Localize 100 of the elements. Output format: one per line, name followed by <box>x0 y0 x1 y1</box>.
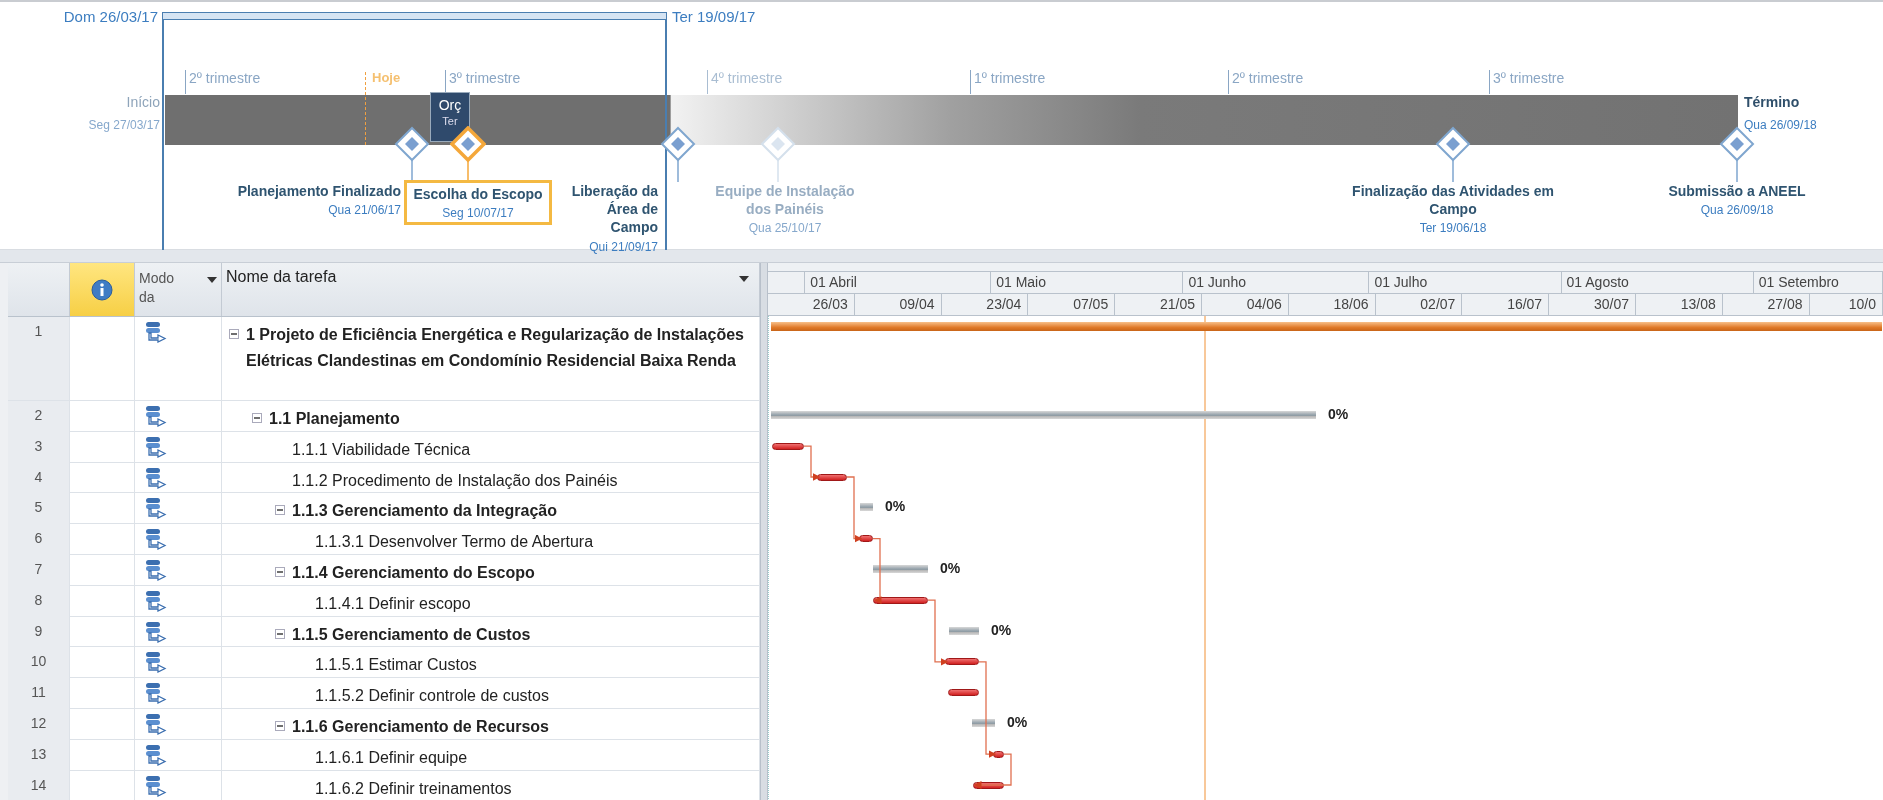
task-bar[interactable] <box>973 781 1004 789</box>
collapse-toggle[interactable] <box>252 413 262 423</box>
percent-label: 0% <box>991 621 1012 638</box>
row-number[interactable]: 2 <box>8 401 70 433</box>
milestone-date: Qui 21/09/17 <box>589 239 658 254</box>
task-name[interactable]: 1.1.5.2 Definir controle de custos <box>315 683 549 710</box>
collapse-toggle[interactable] <box>275 505 285 516</box>
milestone-date: Ter 19/06/18 <box>1419 221 1487 236</box>
task-mode-icon <box>145 405 169 427</box>
task-mode-icon <box>145 682 169 705</box>
caret-icon[interactable] <box>207 277 217 283</box>
column-header: Nome da tarefa <box>226 268 337 286</box>
quarter-label: 1º trimestre <box>970 70 1046 94</box>
percent-label: 0% <box>885 498 906 515</box>
row-number[interactable]: 8 <box>8 585 70 618</box>
column-header: Modo da <box>139 269 176 307</box>
dependency-arrow <box>803 445 821 481</box>
task-name[interactable]: 1.1.4 Gerenciamento do Escopo <box>292 560 535 587</box>
month-header: 01 Abril <box>805 271 992 293</box>
row-number[interactable]: 11 <box>8 678 70 710</box>
week-header: 04/06 <box>1202 293 1289 315</box>
milestone-name: Escolha do Escopo <box>413 185 543 204</box>
task-bar[interactable] <box>948 689 979 697</box>
task-mode-icon <box>145 620 169 643</box>
info-icon[interactable] <box>91 278 113 301</box>
task-bar[interactable] <box>945 658 979 666</box>
task-name[interactable]: 1.1.5.1 Estimar Custos <box>315 652 477 679</box>
month-header: 01 Junho <box>1183 271 1370 293</box>
quarter-label: 3º trimestre <box>1489 70 1565 94</box>
row-number[interactable]: 13 <box>8 739 70 772</box>
milestone-name: Liberação da Área de Campo <box>570 182 658 237</box>
row-number[interactable]: 1 <box>8 317 70 400</box>
task-bar[interactable] <box>817 473 847 481</box>
collapse-toggle[interactable] <box>275 567 285 577</box>
collapse-toggle[interactable] <box>275 720 285 731</box>
task-name[interactable]: 1.1.3 Gerenciamento da Integração <box>292 498 557 525</box>
task-mode-icon <box>145 321 169 343</box>
summary-bar[interactable] <box>860 503 873 512</box>
row-number[interactable]: 5 <box>8 493 70 525</box>
task-name[interactable]: 1.1.1 Viabilidade Técnica <box>292 436 471 464</box>
collapse-toggle[interactable] <box>275 628 285 639</box>
task-name[interactable]: 1.1.4.1 Definir escopo <box>315 590 471 618</box>
milestone-diamond[interactable] <box>394 126 430 182</box>
task-mode-icon <box>145 743 169 766</box>
finish-date: Qua 26/09/18 <box>1744 118 1817 132</box>
quarter-label: 4º trimestre <box>707 70 783 94</box>
row-number[interactable]: 4 <box>8 462 70 494</box>
week-header: 27/08 <box>1722 293 1810 315</box>
month-header: 01 Agosto <box>1561 271 1754 293</box>
finish-label: Término <box>1744 94 1800 110</box>
row-number[interactable]: 14 <box>8 770 70 800</box>
start-date: Seg 27/03/17 <box>88 118 160 132</box>
range-edge-line[interactable] <box>665 20 667 250</box>
summary-bar[interactable] <box>949 626 979 635</box>
week-header: 07/05 <box>1028 293 1116 315</box>
task-mode-icon <box>145 528 169 551</box>
row-number[interactable]: 3 <box>8 431 70 464</box>
row-number[interactable]: 6 <box>8 524 70 556</box>
milestone-name: Finalização das Atividades em Campo <box>1351 182 1555 219</box>
range-end-date: Ter 19/09/17 <box>672 8 756 25</box>
row-number[interactable]: 10 <box>8 647 70 679</box>
week-header: 30/07 <box>1549 293 1636 315</box>
task-mode-icon <box>145 774 169 797</box>
start-label: Início <box>126 94 160 110</box>
callout-date: Ter <box>442 115 458 127</box>
task-name[interactable]: 1 Projeto de Eficiência Energética e Regularização de Instalações Elétricas Clandestinas em Condomínio Residencial Baixa Renda <box>246 322 759 375</box>
collapse-toggle[interactable] <box>229 329 239 339</box>
row-number[interactable]: 7 <box>8 555 70 587</box>
task-mode-icon <box>145 559 169 581</box>
task-bar[interactable] <box>993 750 1004 758</box>
milestone-name: Equipe de Instalação dos Painéis <box>714 182 856 219</box>
task-name[interactable]: 1.1.6 Gerenciamento de Recursos <box>292 713 549 741</box>
task-name[interactable]: 1.1.6.1 Definir equipe <box>315 744 468 772</box>
task-bar[interactable] <box>873 596 928 604</box>
week-header: 13/08 <box>1635 293 1723 315</box>
task-name[interactable]: 1.1.5 Gerenciamento de Custos <box>292 621 531 648</box>
task-name[interactable]: 1.1.6.2 Definir treinamentos <box>315 775 512 800</box>
task-name[interactable]: 1.1.3.1 Desenvolver Termo de Abertura <box>315 529 594 556</box>
dependency-arrow <box>872 537 882 605</box>
row-number[interactable]: 12 <box>8 708 70 741</box>
milestone-diamond[interactable] <box>450 126 486 182</box>
milestone-diamond[interactable] <box>1435 126 1471 182</box>
today-label: Hoje <box>372 70 401 85</box>
week-header: 23/04 <box>941 293 1029 315</box>
task-name[interactable]: 1.1 Planejamento <box>269 406 400 433</box>
task-bar[interactable] <box>772 442 804 450</box>
week-header: 09/04 <box>854 293 942 315</box>
caret-icon[interactable] <box>739 276 749 282</box>
task-mode-icon <box>145 712 169 735</box>
task-bar[interactable] <box>859 535 873 543</box>
month-header: 01 Maio <box>991 271 1184 293</box>
selection-frame[interactable]: Escolha do Escopo Seg 10/07/17 <box>404 180 552 226</box>
task-callout[interactable]: Orç Ter <box>430 92 470 142</box>
milestone-diamond[interactable] <box>660 126 696 182</box>
task-name[interactable]: 1.1.2 Procedimento de Instalação dos Painéis <box>292 467 618 494</box>
week-header: 18/06 <box>1288 293 1376 315</box>
week-header: 10/0 <box>1809 293 1883 315</box>
week-header: 21/05 <box>1115 293 1202 315</box>
row-number[interactable]: 9 <box>8 616 70 648</box>
summary-bar[interactable] <box>972 718 995 727</box>
